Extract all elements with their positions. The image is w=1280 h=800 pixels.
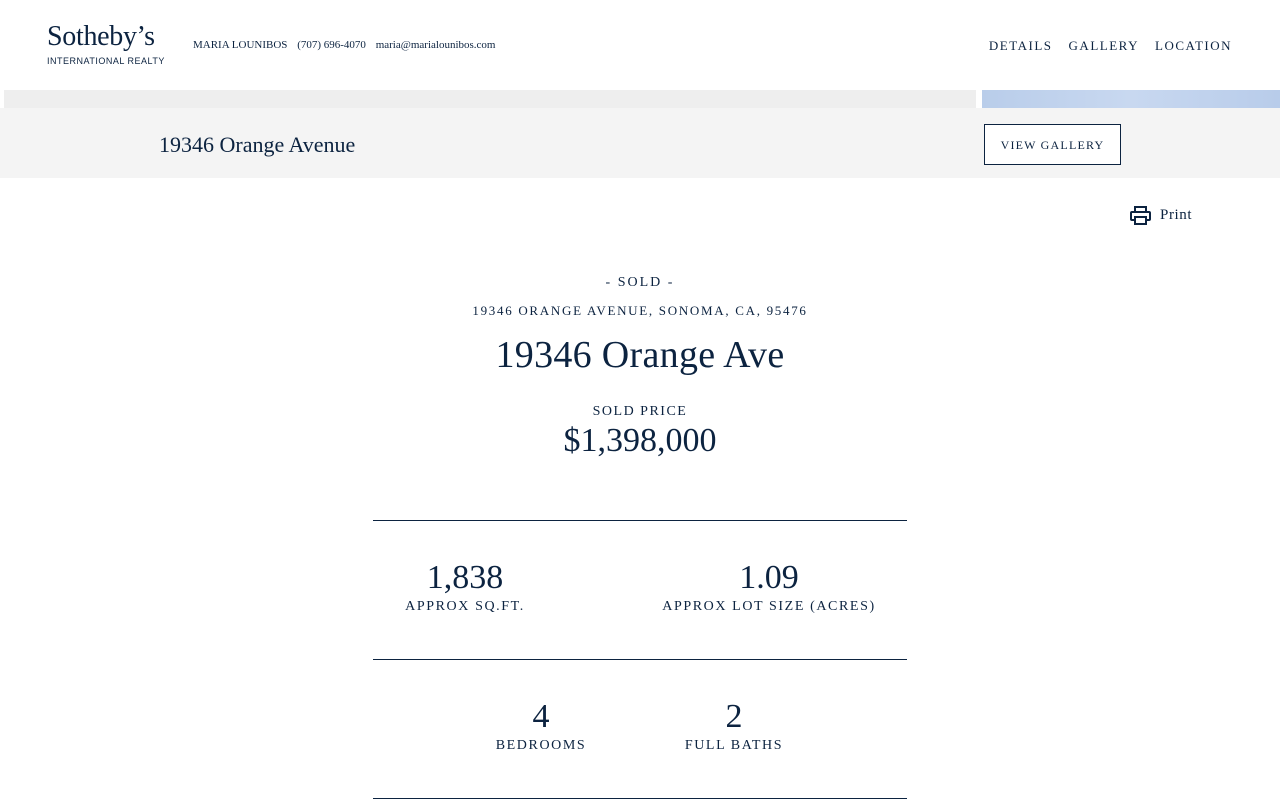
agent-email-link[interactable]: maria@marialounibos.com <box>376 39 496 51</box>
property-title: 19346 Orange Avenue <box>159 132 356 157</box>
price-value: $1,398,000 <box>563 422 717 459</box>
stat-full-baths-label: FULL BATHS <box>684 738 784 753</box>
stat-lot-size-value: 1.09 <box>739 559 799 596</box>
stat-sqft-label: APPROX SQ.FT. <box>405 599 525 614</box>
logo-subtitle: INTERNATIONAL REALTY <box>47 56 165 66</box>
stat-lot-size: 1.09 APPROX LOT SIZE (ACRES) <box>647 558 891 616</box>
agent-info: MARIA LOUNIBOS (707) 696-4070 maria@mari… <box>193 38 502 52</box>
property-title-bar: 19346 Orange Avenue VIEW GALLERY <box>0 108 1280 178</box>
nav-details[interactable]: DETAILS <box>989 38 1053 53</box>
print-label: Print <box>1160 206 1193 223</box>
agent-name: MARIA LOUNIBOS <box>193 39 288 51</box>
stat-sqft: 1,838 APPROX SQ.FT. <box>387 558 543 616</box>
stats-row-size: 1,838 APPROX SQ.FT. 1.09 APPROX LOT SIZE… <box>373 520 907 660</box>
listing-full-address: 19346 ORANGE AVENUE, SONOMA, CA, 95476 <box>472 303 808 318</box>
stats-row-rooms: 4 BEDROOMS 2 FULL BATHS <box>373 660 907 799</box>
hero-image-right <box>982 90 1280 108</box>
stat-lot-size-label: APPROX LOT SIZE (ACRES) <box>662 599 876 614</box>
stat-bedrooms-value: 4 <box>532 698 550 735</box>
listing-name: 19346 Orange Ave <box>495 334 785 376</box>
nav-gallery[interactable]: GALLERY <box>1069 38 1139 53</box>
nav-location[interactable]: LOCATION <box>1155 38 1232 53</box>
site-header: Sotheby’s INTERNATIONAL REALTY MARIA LOU… <box>0 0 1280 90</box>
logo-wordmark: Sotheby’s <box>47 21 155 52</box>
print-button[interactable]: Print <box>1130 204 1192 226</box>
listing-status: - SOLD - <box>605 275 675 290</box>
stat-full-baths: 2 FULL BATHS <box>671 697 797 755</box>
sothebys-logo[interactable]: Sotheby’s INTERNATIONAL REALTY <box>47 22 167 67</box>
stat-bedrooms-label: BEDROOMS <box>495 738 587 753</box>
price-label: SOLD PRICE <box>592 404 688 419</box>
view-gallery-button[interactable]: VIEW GALLERY <box>984 124 1121 165</box>
stat-full-baths-value: 2 <box>725 698 743 735</box>
main-nav: DETAILS GALLERY LOCATION <box>977 37 1232 55</box>
printer-icon <box>1130 205 1151 225</box>
stat-bedrooms: 4 BEDROOMS <box>481 697 601 755</box>
agent-phone-link[interactable]: (707) 696-4070 <box>297 39 366 51</box>
listing-details: - SOLD - 19346 ORANGE AVENUE, SONOMA, CA… <box>373 270 907 799</box>
hero-image-left <box>4 90 976 108</box>
stat-sqft-value: 1,838 <box>426 559 504 596</box>
